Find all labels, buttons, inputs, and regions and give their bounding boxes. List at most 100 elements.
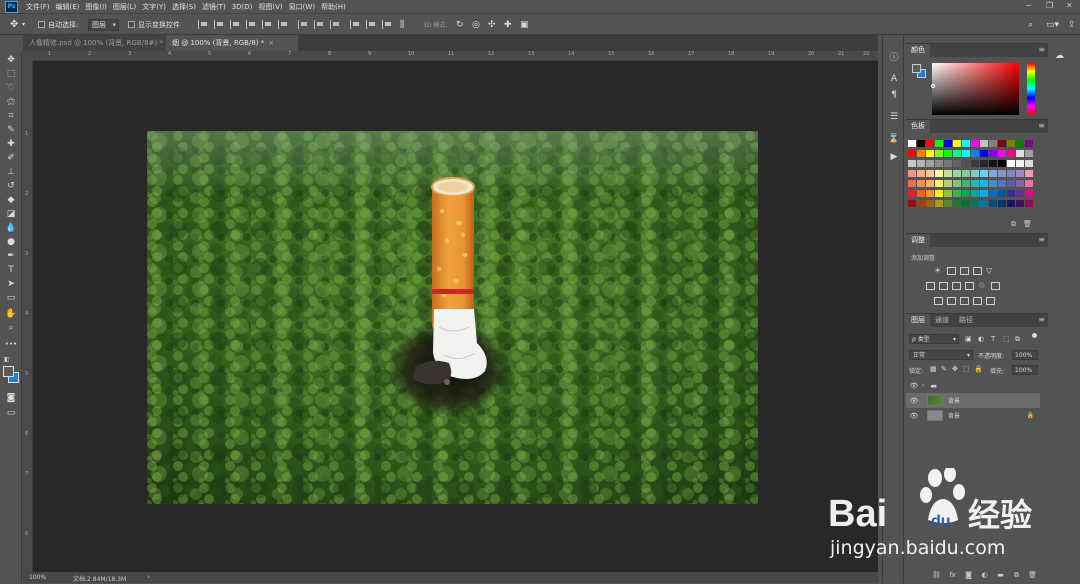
hue-saturation-icon[interactable] xyxy=(926,282,935,290)
align-bottom-icon[interactable] xyxy=(230,20,241,29)
menu-help[interactable]: 帮助(H) xyxy=(321,2,346,12)
color-swatch[interactable] xyxy=(917,170,925,177)
color-swatch[interactable] xyxy=(908,190,916,197)
filter-shape-icon[interactable]: ⬚ xyxy=(1003,335,1010,343)
color-swatch[interactable] xyxy=(908,200,916,207)
color-swatch[interactable] xyxy=(935,150,943,157)
color-swatch[interactable] xyxy=(998,150,1006,157)
lock-transparent-icon[interactable]: ▦ xyxy=(930,365,937,373)
color-swatch[interactable] xyxy=(917,200,925,207)
color-swatch[interactable] xyxy=(962,190,970,197)
color-swatch[interactable] xyxy=(944,190,952,197)
color-swatch[interactable] xyxy=(1007,160,1015,167)
panel-menu-icon[interactable]: ≡ xyxy=(1038,45,1045,54)
tool-preset-chevron-icon[interactable]: ▾ xyxy=(22,19,25,30)
color-swatch[interactable] xyxy=(989,200,997,207)
color-swatch[interactable] xyxy=(1025,170,1033,177)
info-icon[interactable]: ⓘ xyxy=(888,51,900,63)
healing-brush-icon[interactable]: ✚ xyxy=(4,138,18,150)
color-swatch[interactable] xyxy=(926,160,934,167)
layer-row-background[interactable]: 👁 背景 🔒 xyxy=(906,408,1040,423)
color-swatch[interactable] xyxy=(980,190,988,197)
trash-icon[interactable]: 🗑 xyxy=(1023,220,1032,229)
color-swatch[interactable] xyxy=(1025,190,1033,197)
new-adjustment-layer-icon[interactable]: ◐ xyxy=(980,571,989,580)
color-swatch[interactable] xyxy=(935,140,943,147)
more-tools-icon[interactable]: ••• xyxy=(4,338,18,350)
posterize-icon[interactable] xyxy=(947,297,956,305)
tab-adjustments[interactable]: 调整 xyxy=(906,234,930,247)
color-swatch[interactable] xyxy=(998,190,1006,197)
expand-chevron-icon[interactable]: › xyxy=(922,382,924,389)
color-swatch[interactable] xyxy=(1007,200,1015,207)
color-swatch[interactable] xyxy=(962,170,970,177)
lock-position-icon[interactable]: ✥ xyxy=(952,365,958,373)
color-swatch[interactable] xyxy=(944,200,952,207)
status-menu-chevron-icon[interactable]: › xyxy=(147,573,150,581)
color-swatch[interactable] xyxy=(980,160,988,167)
color-swatch[interactable] xyxy=(962,140,970,147)
exposure-icon[interactable] xyxy=(973,267,982,275)
align-left-icon[interactable] xyxy=(246,20,257,29)
color-swatch[interactable] xyxy=(953,150,961,157)
horizontal-ruler[interactable]: 1 2 3 4 5 6 7 8 9 10 11 12 13 14 15 16 1… xyxy=(33,51,878,61)
curves-icon[interactable] xyxy=(960,267,969,275)
menu-3d[interactable]: 3D(D) xyxy=(232,3,253,11)
color-swatch[interactable] xyxy=(926,170,934,177)
tab-cigarette-doc[interactable]: 烟 @ 100% (背景, RGB/8) * × xyxy=(166,35,298,51)
distribute-hcenter-icon[interactable] xyxy=(366,20,377,29)
type-icon[interactable]: T xyxy=(4,264,18,276)
color-swatch[interactable] xyxy=(944,150,952,157)
filter-type-icon[interactable]: T xyxy=(991,335,995,343)
default-colors-icon[interactable]: ◧ xyxy=(4,353,18,365)
tab-swatches[interactable]: 色板 xyxy=(906,120,930,133)
show-transform-checkbox[interactable]: 显示变换控件 xyxy=(128,19,180,30)
color-swatch[interactable] xyxy=(989,180,997,187)
color-swatch[interactable] xyxy=(1016,160,1024,167)
blend-mode-dropdown[interactable]: 正常 ▾ xyxy=(909,350,973,360)
color-swatch[interactable] xyxy=(908,170,916,177)
tab-paths[interactable]: 路径 xyxy=(954,314,978,327)
color-swatch[interactable] xyxy=(989,170,997,177)
hand-icon[interactable]: ✋ xyxy=(4,308,18,320)
color-swatch[interactable] xyxy=(998,160,1006,167)
cloud-libraries-icon[interactable]: ☁ xyxy=(1055,51,1064,61)
swatch-grid[interactable] xyxy=(908,140,1040,218)
filter-smart-object-icon[interactable]: ⧉ xyxy=(1015,335,1020,344)
visibility-eye-icon[interactable]: 👁 xyxy=(909,412,919,420)
color-swatch[interactable] xyxy=(953,200,961,207)
menu-select[interactable]: 选择(S) xyxy=(172,2,196,12)
3d-slide-icon[interactable]: ✚ xyxy=(504,19,512,30)
distribute-bottom-icon[interactable] xyxy=(330,20,341,29)
color-swatch[interactable] xyxy=(989,150,997,157)
layer-kind-filter[interactable]: ρ 类型 ▾ xyxy=(909,334,959,344)
delete-layer-icon[interactable]: 🗑 xyxy=(1028,571,1037,580)
distribute-top-icon[interactable] xyxy=(298,20,309,29)
properties-icon[interactable]: ☰ xyxy=(888,111,900,122)
color-foreground-swatch[interactable] xyxy=(912,64,921,73)
color-swatch[interactable] xyxy=(998,180,1006,187)
dodge-icon[interactable]: ● xyxy=(4,236,18,248)
color-swatch[interactable] xyxy=(935,190,943,197)
color-swatch[interactable] xyxy=(926,190,934,197)
menu-edit[interactable]: 编辑(E) xyxy=(56,2,80,12)
color-swatch[interactable] xyxy=(1007,180,1015,187)
distribute-left-icon[interactable] xyxy=(350,20,361,29)
color-swatch[interactable] xyxy=(944,140,952,147)
align-top-icon[interactable] xyxy=(198,20,209,29)
panel-menu-icon[interactable]: ≡ xyxy=(1038,121,1045,130)
distribute-vcenter-icon[interactable] xyxy=(314,20,325,29)
color-swatch[interactable] xyxy=(1007,190,1015,197)
menu-view[interactable]: 视图(V) xyxy=(258,2,282,12)
crop-icon[interactable]: ⌗ xyxy=(4,110,18,122)
color-swatch[interactable] xyxy=(980,170,988,177)
fill-input[interactable]: 100% xyxy=(1012,365,1038,375)
auto-select-dropdown[interactable]: 图层 xyxy=(88,18,119,31)
panel-menu-icon[interactable]: ≡ xyxy=(1038,235,1045,244)
foreground-color-swatch[interactable] xyxy=(3,366,14,377)
color-swatch[interactable] xyxy=(962,160,970,167)
eraser-icon[interactable]: ◆ xyxy=(4,194,18,206)
clone-stamp-icon[interactable]: ⊥ xyxy=(4,166,18,178)
color-swatch[interactable] xyxy=(935,170,943,177)
black-white-icon[interactable] xyxy=(952,282,961,290)
